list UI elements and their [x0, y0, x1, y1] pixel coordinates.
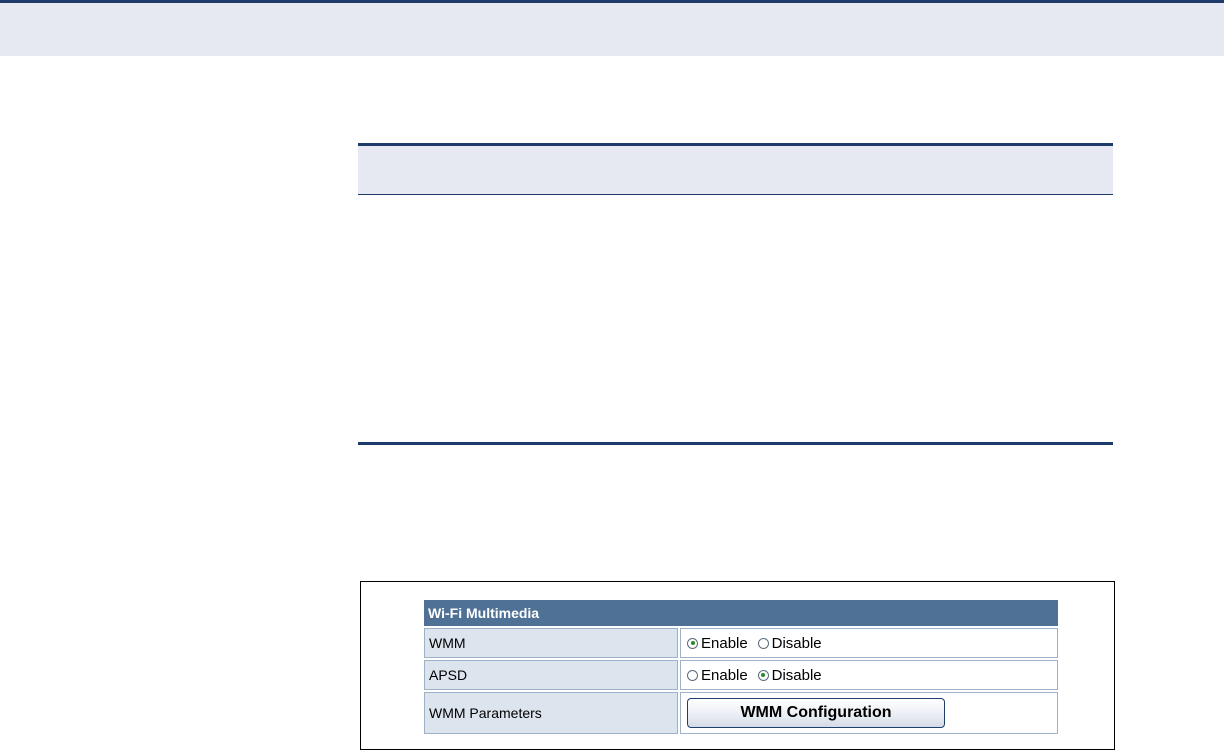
wmm-enable-radio[interactable]: Enable	[687, 635, 748, 652]
page-header-band	[0, 0, 1224, 56]
wmm-disable-radio[interactable]: Disable	[757, 635, 822, 652]
document-table-header	[358, 146, 1113, 195]
radio-checked-icon[interactable]	[757, 669, 769, 681]
radio-unchecked-icon[interactable]	[757, 637, 769, 649]
wmm-label: WMM	[424, 628, 678, 658]
wifi-multimedia-screenshot-frame: Wi-Fi Multimedia WMM Enable Disable APSD	[360, 581, 1115, 750]
panel-title: Wi-Fi Multimedia	[424, 600, 1058, 626]
apsd-row: APSD Enable Disable	[424, 660, 1058, 690]
apsd-enable-radio[interactable]: Enable	[687, 667, 748, 684]
wmm-parameters-row: WMM Parameters WMM Configuration	[424, 692, 1058, 734]
apsd-options: Enable Disable	[680, 660, 1058, 690]
apsd-label: APSD	[424, 660, 678, 690]
wmm-parameters-label: WMM Parameters	[424, 692, 678, 734]
wmm-row: WMM Enable Disable	[424, 628, 1058, 658]
radio-checked-icon[interactable]	[687, 637, 698, 649]
wmm-configuration-button[interactable]: WMM Configuration	[687, 698, 945, 728]
wmm-parameters-value: WMM Configuration	[680, 692, 1058, 734]
radio-unchecked-icon[interactable]	[687, 669, 698, 681]
apsd-disable-radio[interactable]: Disable	[757, 667, 822, 684]
document-table	[358, 143, 1113, 445]
wifi-multimedia-panel: Wi-Fi Multimedia WMM Enable Disable APSD	[422, 598, 1060, 736]
wmm-options: Enable Disable	[680, 628, 1058, 658]
